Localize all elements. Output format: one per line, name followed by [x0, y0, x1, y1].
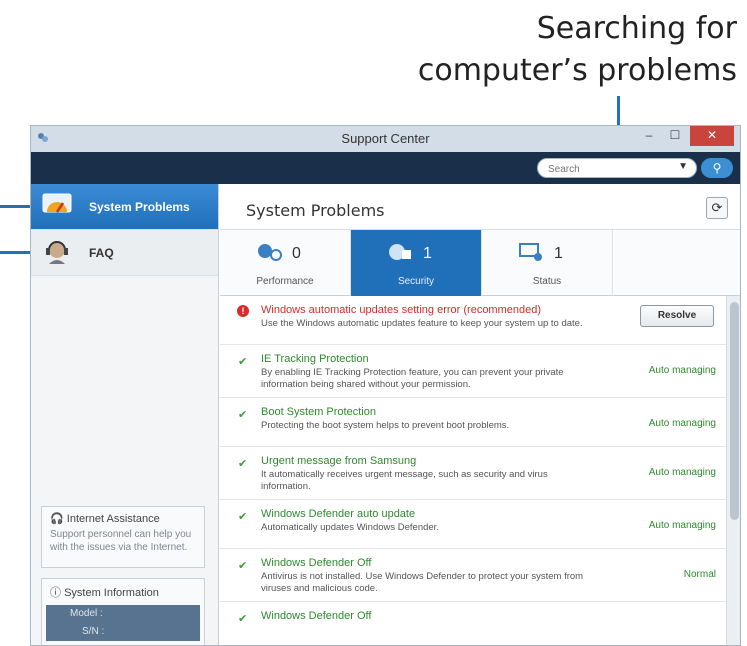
- resolve-button[interactable]: Resolve: [640, 305, 714, 327]
- maximize-button[interactable]: ☐: [662, 126, 688, 146]
- error-icon: !: [237, 305, 249, 317]
- system-information-title: ⓘ System Information: [50, 587, 159, 599]
- status-icon: [519, 243, 542, 261]
- info-icon: ⓘ: [50, 587, 61, 599]
- check-icon: ✔: [238, 560, 248, 572]
- page-title: System Problems: [246, 201, 385, 220]
- performance-icon: [258, 244, 282, 261]
- list-item: ✔ Windows Defender Off Antivirus is not …: [220, 549, 726, 602]
- tab-count: 1: [423, 245, 432, 262]
- close-button[interactable]: ✕: [690, 126, 734, 146]
- tab-status[interactable]: 1 Status: [482, 230, 613, 296]
- callout-line-2: computer’s problems: [417, 53, 737, 88]
- internet-assistance-title: 🎧 Internet Assistance: [50, 513, 160, 525]
- list-item: ✔ IE Tracking Protection By enabling IE …: [220, 345, 726, 398]
- sidebar-item-system-problems[interactable]: System Problems: [31, 184, 218, 230]
- issue-title: Windows Defender auto update: [261, 508, 416, 520]
- sidebar-item-label: System Problems: [89, 200, 190, 214]
- issue-title: Windows Defender Off: [261, 610, 372, 622]
- issue-description: Use the Windows automatic updates featur…: [261, 318, 583, 329]
- list-item: ✔ Windows Defender auto update Automatic…: [220, 500, 726, 549]
- issue-description: Antivirus is not installed. Use Windows …: [261, 571, 584, 594]
- issue-title: Urgent message from Samsung: [261, 455, 417, 467]
- issue-status: Auto managing: [648, 467, 716, 478]
- search-icon: ⚲: [712, 161, 722, 175]
- faq-headset-icon: [46, 241, 68, 264]
- model-label: Model :: [46, 605, 200, 623]
- check-icon: ✔: [238, 356, 248, 368]
- category-tabs: 0 Performance 1 Security 1 Status: [220, 230, 740, 296]
- check-icon: ✔: [238, 458, 248, 470]
- issue-title: Boot System Protection: [261, 406, 376, 418]
- annotation-callout: Searching for computer’s problems: [317, 8, 737, 92]
- tab-label: Performance: [256, 276, 314, 287]
- list-item: ! Windows automatic updates setting erro…: [220, 296, 726, 345]
- search-dropdown-icon[interactable]: ▼: [678, 161, 688, 172]
- check-icon: ✔: [238, 409, 248, 421]
- issue-status: Auto managing: [648, 365, 716, 376]
- issue-status: Normal: [683, 569, 716, 580]
- sidebar: System Problems FAQ 🎧 Internet Assistanc…: [31, 184, 219, 645]
- security-icon: [389, 244, 411, 260]
- scrollbar-thumb[interactable]: [730, 302, 739, 520]
- callout-line-1: Searching for: [536, 11, 737, 46]
- main-panel: System Problems ⟳ 0 Performance 1 Securi…: [220, 184, 740, 645]
- internet-assistance-panel[interactable]: 🎧 Internet Assistance Support personnel …: [41, 506, 205, 568]
- issues-list: ! Windows automatic updates setting erro…: [220, 296, 726, 645]
- tab-performance[interactable]: 0 Performance: [220, 230, 351, 296]
- serial-number-label: S/N :: [46, 623, 200, 641]
- tab-label: Security: [397, 276, 435, 287]
- refresh-icon: ⟳: [711, 200, 723, 215]
- minimize-button[interactable]: –: [636, 126, 662, 146]
- headset-icon: 🎧: [50, 513, 64, 525]
- issue-description: It automatically receives urgent message…: [261, 469, 548, 492]
- system-problems-icon: [42, 193, 72, 213]
- check-icon: ✔: [238, 511, 248, 523]
- system-information-panel: ⓘ System Information Model : S/N :: [41, 578, 205, 645]
- internet-assistance-text: Support personnel can help you with the …: [50, 529, 192, 553]
- list-item: ✔ Windows Defender Off: [220, 602, 726, 645]
- check-icon: ✔: [238, 613, 248, 625]
- support-center-window: Support Center – ☐ ✕ ▼ ⚲ System Problems: [30, 125, 741, 646]
- tab-label: Status: [532, 276, 562, 287]
- tab-count: 0: [292, 245, 301, 262]
- title-bar: Support Center – ☐ ✕: [31, 126, 740, 152]
- main-header: System Problems ⟳: [220, 184, 740, 230]
- search-button[interactable]: ⚲: [701, 158, 733, 178]
- sidebar-item-faq[interactable]: FAQ: [31, 230, 218, 276]
- search-box: ▼: [537, 158, 697, 179]
- search-input[interactable]: [538, 160, 668, 179]
- tab-count: 1: [554, 245, 563, 262]
- list-item: ✔ Boot System Protection Protecting the …: [220, 398, 726, 447]
- issue-description: Automatically updates Windows Defender.: [261, 522, 439, 533]
- refresh-button[interactable]: ⟳: [706, 197, 728, 219]
- issue-title: Windows Defender Off: [261, 557, 372, 569]
- window-title: Support Center: [341, 131, 430, 146]
- sidebar-item-label: FAQ: [89, 246, 114, 260]
- issue-status: Auto managing: [648, 418, 716, 429]
- tab-security[interactable]: 1 Security: [351, 230, 482, 296]
- issue-title: IE Tracking Protection: [261, 353, 369, 365]
- list-item: ✔ Urgent message from Samsung It automat…: [220, 447, 726, 500]
- scrollbar[interactable]: [726, 296, 740, 645]
- toolbar: ▼ ⚲: [31, 152, 740, 184]
- issue-description: Protecting the boot system helps to prev…: [261, 420, 510, 431]
- issue-description: By enabling IE Tracking Protection featu…: [261, 367, 564, 390]
- issue-status: Auto managing: [648, 520, 716, 531]
